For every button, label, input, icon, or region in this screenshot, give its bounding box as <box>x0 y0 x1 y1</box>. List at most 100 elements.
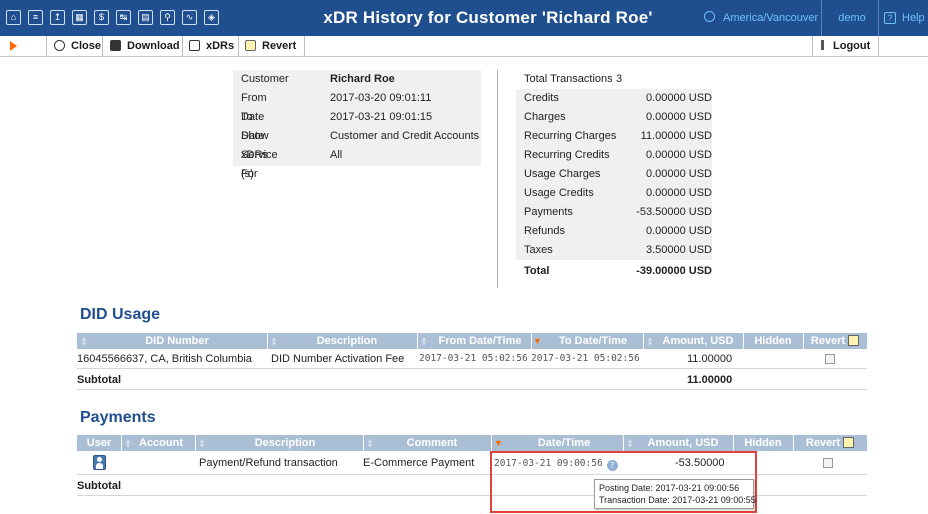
user-link[interactable]: demo <box>826 0 878 36</box>
grand-total-value: -39.00000 USD <box>636 265 712 277</box>
toolbar-divider <box>238 36 239 57</box>
shield-icon[interactable]: ◈ <box>204 10 219 25</box>
toolbar-divider <box>304 36 305 57</box>
logout-button[interactable]: Logout <box>821 36 870 57</box>
totals-row: Payments -53.50000 USD <box>516 203 712 222</box>
download-button[interactable]: Download <box>110 36 180 57</box>
credits-label: Credits <box>524 92 559 104</box>
dollar-icon[interactable]: $ <box>94 10 109 25</box>
grand-total-label: Total <box>524 265 550 277</box>
payments-heading: Payments <box>80 409 156 426</box>
revert-label: Revert <box>262 40 297 52</box>
col-did-number[interactable]: DID Number <box>87 333 267 349</box>
service-value: All <box>330 149 343 161</box>
charges-label: Charges <box>524 111 566 123</box>
col-hidden: Hidden <box>744 437 782 449</box>
totals-row: Recurring Credits 0.00000 USD <box>516 146 712 165</box>
col-description[interactable]: Description <box>277 333 417 349</box>
customer-value: Richard Roe <box>330 73 395 85</box>
user-icon[interactable] <box>93 455 106 470</box>
subtotal-row: Subtotal 11.00000 <box>77 370 867 390</box>
col-description[interactable]: Description <box>207 435 363 451</box>
recurring-credits-value: 0.00000 USD <box>645 149 712 161</box>
close-button[interactable]: Close <box>54 36 101 57</box>
col-amount[interactable]: Amount, USD <box>653 333 743 349</box>
sort-icon[interactable]: ▴ ▾ <box>198 437 206 450</box>
refunds-label: Refunds <box>524 225 565 237</box>
clock-icon <box>704 11 715 22</box>
logout-icon <box>821 40 829 50</box>
col-from-datetime[interactable]: From Date/Time <box>429 333 531 349</box>
recurring-charges-label: Recurring Charges <box>524 130 617 142</box>
revert-all-icon[interactable] <box>843 437 855 448</box>
taxes-value: 3.50000 USD <box>645 244 712 256</box>
search-icon[interactable]: ⚲ <box>160 10 175 25</box>
totals-row: Total Transactions 3 <box>516 70 712 89</box>
column-divider <box>531 333 532 349</box>
totals-row: Taxes 3.50000 USD <box>516 241 712 260</box>
xdrs-label: xDRs <box>206 40 235 52</box>
subtotal-label: Subtotal <box>77 374 121 386</box>
revert-checkbox[interactable] <box>823 458 833 468</box>
col-hidden: Hidden <box>754 335 792 347</box>
revert-all-icon[interactable] <box>848 335 860 346</box>
column-divider <box>417 333 418 349</box>
col-account[interactable]: Account <box>131 435 191 451</box>
refunds-value: 0.00000 USD <box>645 225 712 237</box>
service-label: Service (s) <box>241 149 278 180</box>
topbar-divider <box>821 0 822 36</box>
to-datetime-cell: 2017-03-21 05:02:56 <box>531 353 640 364</box>
close-label: Close <box>71 40 101 52</box>
revert-button[interactable]: Revert <box>245 36 296 57</box>
did-number-cell: 16045566637, CA, British Columbia <box>77 353 252 365</box>
sort-desc-icon[interactable]: ▼ <box>533 336 542 346</box>
xdrs-icon <box>189 40 200 51</box>
totals-row: Credits 0.00000 USD <box>516 89 712 108</box>
col-user: User <box>86 437 112 449</box>
from-date-value: 2017-03-20 09:01:11 <box>330 92 432 104</box>
home-icon[interactable]: ⌂ <box>6 10 21 25</box>
col-amount[interactable]: Amount, USD <box>633 435 733 451</box>
grid-icon[interactable]: ▦ <box>72 10 87 25</box>
timezone-link[interactable]: America/Vancouver <box>704 0 818 36</box>
total-transactions-value: 3 <box>616 73 623 85</box>
sort-desc-icon[interactable]: ▼ <box>494 438 503 448</box>
recurring-charges-value: 11.00000 USD <box>640 130 712 142</box>
column-divider <box>491 435 492 451</box>
col-comment[interactable]: Comment <box>373 435 491 451</box>
column-divider <box>195 435 196 451</box>
column-divider <box>121 435 122 451</box>
customer-label: Customer <box>241 73 289 85</box>
timezone-label: America/Vancouver <box>723 12 819 24</box>
col-revert: Revert <box>793 435 867 451</box>
help-link[interactable]: ? Help <box>884 0 925 36</box>
total-transactions-label: Total Transactions <box>524 73 613 85</box>
list-icon[interactable]: ≡ <box>28 10 43 25</box>
column-divider <box>363 435 364 451</box>
toolbar-divider <box>102 36 103 57</box>
sort-icon[interactable]: ▴ ▾ <box>420 335 428 348</box>
upload-icon[interactable]: ↥ <box>50 10 65 25</box>
col-revert-label: Revert <box>810 335 846 347</box>
recurring-credits-label: Recurring Credits <box>524 149 610 161</box>
column-divider <box>267 333 268 349</box>
did-table-header: ▴ ▾ DID Number ▴ ▾ Description ▴ ▾ From Dat… <box>77 333 867 349</box>
col-to-datetime[interactable]: To Date/Time <box>543 333 643 349</box>
description-cell: Payment/Refund transaction <box>199 457 338 469</box>
help-icon: ? <box>884 12 896 24</box>
topbar-divider <box>878 0 879 36</box>
subtotal-value: 11.00000 <box>687 374 733 386</box>
sim-icon[interactable]: ▤ <box>138 10 153 25</box>
transfer-icon[interactable]: ↹ <box>116 10 131 25</box>
transaction-date-text: Transaction Date: 2017-03-21 09:00:55 <box>599 495 756 505</box>
revert-checkbox[interactable] <box>825 354 835 364</box>
col-datetime[interactable]: Date/Time <box>505 435 623 451</box>
action-toolbar: Close Download xDRs Revert Logout <box>0 36 928 57</box>
taxes-label: Taxes <box>524 244 553 256</box>
xdrs-button[interactable]: xDRs <box>189 36 234 57</box>
payments-label: Payments <box>524 206 573 218</box>
chart-icon[interactable]: ∿ <box>182 10 197 25</box>
charges-value: 0.00000 USD <box>645 111 712 123</box>
did-usage-heading: DID Usage <box>80 306 161 323</box>
toolbar-divider <box>878 36 879 57</box>
